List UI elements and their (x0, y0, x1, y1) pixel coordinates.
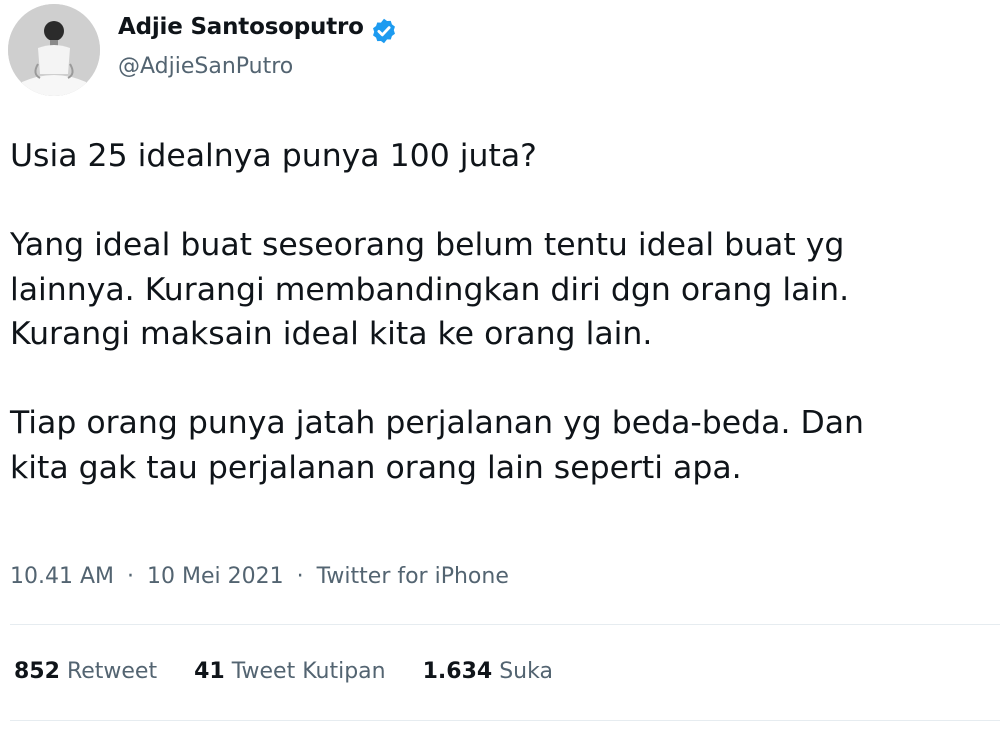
avatar[interactable] (8, 4, 100, 96)
verified-badge-icon (373, 18, 395, 44)
tweet-line: Tiap orang punya jatah perjalanan yg bed… (10, 405, 864, 441)
tweet-stats: 852 Retweet 41 Tweet Kutipan 1.634 Suka (14, 659, 583, 684)
meta-separator: · (127, 564, 135, 589)
tweet-text: Usia 25 idealnya punya 100 juta? Yang id… (10, 134, 995, 490)
tweet-date[interactable]: 10 Mei 2021 (147, 564, 284, 589)
quote-label: Tweet Kutipan (231, 659, 386, 684)
meta-separator: · (296, 564, 304, 589)
author-name[interactable]: Adjie Santosoputro (118, 14, 364, 40)
divider (10, 720, 1000, 721)
divider (10, 624, 1000, 625)
quote-count-link[interactable]: 41 Tweet Kutipan (194, 659, 386, 684)
avatar-image (8, 4, 100, 96)
tweet-paragraph: Tiap orang punya jatah perjalanan yg bed… (10, 401, 995, 490)
retweet-count: 852 (14, 659, 60, 684)
author-handle[interactable]: @AdjieSanPutro (118, 54, 293, 79)
tweet-source[interactable]: Twitter for iPhone (317, 564, 509, 589)
tweet-meta: 10.41 AM · 10 Mei 2021 · Twitter for iPh… (10, 564, 509, 589)
tweet-line: Yang ideal buat seseorang belum tentu id… (10, 227, 845, 263)
like-label: Suka (499, 659, 553, 684)
tweet-line: Usia 25 idealnya punya 100 juta? (10, 138, 537, 174)
tweet-line: kita gak tau perjalanan orang lain seper… (10, 449, 742, 486)
tweet-time[interactable]: 10.41 AM (10, 564, 114, 589)
tweet-paragraph: Usia 25 idealnya punya 100 juta? (10, 134, 995, 179)
tweet-paragraph: Yang ideal buat seseorang belum tentu id… (10, 223, 995, 357)
quote-count: 41 (194, 659, 225, 684)
retweet-count-link[interactable]: 852 Retweet (14, 659, 157, 684)
tweet-line: Kurangi maksain ideal kita ke orang lain… (10, 316, 653, 352)
tweet-line: lainnya. Kurangi membandingkan diri dgn … (10, 271, 850, 308)
retweet-label: Retweet (66, 659, 158, 684)
like-count: 1.634 (422, 659, 493, 684)
like-count-link[interactable]: 1.634 Suka (423, 659, 553, 684)
